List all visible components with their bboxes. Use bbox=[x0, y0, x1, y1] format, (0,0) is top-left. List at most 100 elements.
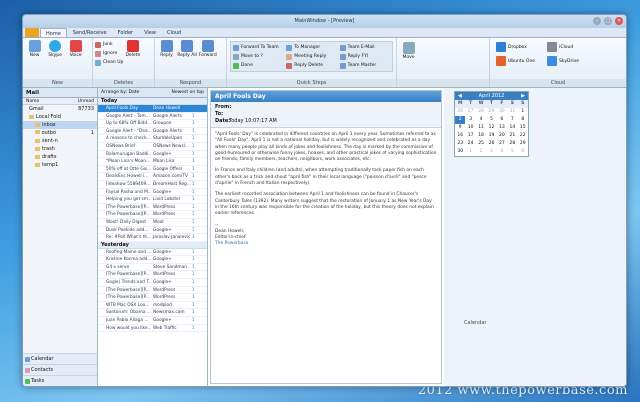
ubuntu-one-button[interactable]: Ubuntu One bbox=[496, 54, 535, 68]
move-button[interactable]: Move bbox=[400, 42, 417, 60]
voice-button[interactable]: Voice bbox=[67, 40, 84, 58]
skydrive-button[interactable]: SkyDrive bbox=[547, 54, 579, 68]
calendar-day[interactable]: 5 bbox=[486, 116, 496, 124]
qs-to-manager[interactable]: To Manager bbox=[286, 43, 339, 52]
calendar-day[interactable]: 14 bbox=[507, 124, 517, 132]
calendar-day[interactable]: 30 bbox=[455, 148, 465, 156]
message-row[interactable]: Faysal Pasha and M... Google+ 1 bbox=[98, 189, 207, 197]
qs-reply-delete[interactable]: Reply Delete bbox=[286, 61, 339, 70]
message-row[interactable]: [ideahow 5589409... DreamHost Reg... 1 bbox=[98, 181, 207, 189]
group-today[interactable]: Today bbox=[98, 98, 207, 105]
calendar-day[interactable]: 13 bbox=[497, 124, 507, 132]
calendar-day[interactable]: 3 bbox=[486, 148, 496, 156]
calendar-day[interactable]: 20 bbox=[497, 132, 507, 140]
delete-button[interactable]: Delete bbox=[124, 40, 141, 67]
folder-trash[interactable]: trash bbox=[23, 145, 97, 153]
nav-contacts[interactable]: Contacts bbox=[23, 364, 97, 375]
icloud-button[interactable]: iCloud bbox=[547, 40, 579, 54]
message-row[interactable]: Up to 68% Off Bidd... Groupon 1 bbox=[98, 120, 207, 128]
next-month-button[interactable]: ▶ bbox=[521, 93, 525, 99]
qs-move-to[interactable]: Move to ? bbox=[233, 52, 286, 61]
reply-all-button[interactable]: Reply All bbox=[177, 40, 197, 58]
folder-drafts[interactable]: drafts bbox=[23, 153, 97, 161]
message-row[interactable]: Dusk Peekide add... Google+ 1 bbox=[98, 227, 207, 235]
folder-outbox[interactable]: outbo 1 bbox=[23, 129, 97, 137]
message-row[interactable]: Google Alert - Tom... Google Alerts 1 bbox=[98, 113, 207, 121]
qs-done[interactable]: Done bbox=[233, 61, 286, 70]
tab-home[interactable]: Home bbox=[40, 28, 67, 37]
message-row[interactable]: [The Powerbase][P... WordPress 1 bbox=[98, 294, 207, 302]
calendar-day[interactable]: 26 bbox=[486, 140, 496, 148]
cleanup-button[interactable]: Clean Up bbox=[95, 58, 123, 67]
calendar-day[interactable]: 2 bbox=[476, 148, 486, 156]
message-row[interactable]: April Fools Day Dean Howell 1 bbox=[98, 105, 207, 113]
qs-meeting-reply[interactable]: Meeting Reply bbox=[286, 52, 339, 61]
forward-button[interactable]: Forward bbox=[199, 40, 217, 58]
calendar-day[interactable]: 9 bbox=[455, 124, 465, 132]
calendar-day[interactable]: 28 bbox=[476, 108, 486, 116]
message-row[interactable]: Woot! Daily Digest Woot 1 bbox=[98, 219, 207, 227]
minimize-button[interactable]: – bbox=[593, 17, 601, 25]
message-row[interactable]: WTB Mac OSX Loo... modplod 1 bbox=[98, 302, 207, 310]
reply-button[interactable]: Reply bbox=[158, 40, 175, 58]
calendar-day[interactable]: 27 bbox=[497, 140, 507, 148]
calendar-day[interactable]: 3 bbox=[465, 116, 475, 124]
new-button[interactable]: New bbox=[26, 40, 43, 58]
folder-local[interactable]: Local Fold bbox=[23, 113, 97, 121]
close-button[interactable]: ✕ bbox=[615, 17, 623, 25]
calendar-day[interactable]: 23 bbox=[455, 140, 465, 148]
dropbox-button[interactable]: Dropbox bbox=[496, 40, 535, 54]
message-row[interactable]: Google Alert - "Dea... Google Alerts 1 bbox=[98, 128, 207, 136]
calendar-day[interactable]: 31 bbox=[507, 108, 517, 116]
calendar-day[interactable]: 26 bbox=[455, 108, 465, 116]
nav-tasks[interactable]: Tasks bbox=[23, 375, 97, 386]
calendar-day[interactable]: 4 bbox=[476, 116, 486, 124]
group-yesterday[interactable]: Yesterday bbox=[98, 241, 207, 249]
calendar-day[interactable]: 10 bbox=[465, 124, 475, 132]
calendar-day[interactable]: 5 bbox=[507, 148, 517, 156]
calendar-day[interactable]: 24 bbox=[465, 140, 475, 148]
calendar-day[interactable]: 6 bbox=[497, 116, 507, 124]
tab-cloud[interactable]: Cloud bbox=[162, 28, 186, 37]
message-row[interactable]: *Moan Lisa's Moan... Moan Lisa 1 bbox=[98, 158, 207, 166]
calendar-day[interactable]: 12 bbox=[486, 124, 496, 132]
junk-button[interactable]: Junk bbox=[95, 40, 123, 49]
message-row[interactable]: [The Powerbase][P... WordPress 1 bbox=[98, 204, 207, 212]
calendar-day[interactable]: 2 bbox=[455, 116, 466, 124]
calendar-day[interactable]: 7 bbox=[507, 116, 517, 124]
calendar-day[interactable]: 4 bbox=[497, 148, 507, 156]
calendar-day[interactable]: 27 bbox=[465, 108, 475, 116]
calendar-day[interactable]: 19 bbox=[486, 132, 496, 140]
calendar-day[interactable]: 15 bbox=[518, 124, 528, 132]
file-tab[interactable] bbox=[25, 28, 39, 37]
message-row[interactable]: Juan Pablo Aliaga ... Google+ 1 bbox=[98, 317, 207, 325]
qs-reply-fyi[interactable]: Reply FYI bbox=[339, 52, 390, 61]
message-row[interactable]: Re: #Poll What's th... Jaroslav Janalevic… bbox=[98, 234, 207, 242]
message-row[interactable]: [The Powerbase][P... WordPress 1 bbox=[98, 271, 207, 280]
calendar-day[interactable]: 1 bbox=[465, 148, 475, 156]
sort-order[interactable]: Newest on top bbox=[171, 90, 204, 95]
calendar-day[interactable]: 29 bbox=[486, 108, 496, 116]
message-row[interactable]: Balamurugan Baddi... Google+ 1 bbox=[98, 151, 207, 159]
tab-view[interactable]: View bbox=[139, 28, 161, 37]
calendar-day[interactable]: 16 bbox=[455, 132, 465, 140]
calendar-day[interactable]: 30 bbox=[497, 108, 507, 116]
message-row[interactable]: Santorum: Obama ... Newsmax.com 1 bbox=[98, 309, 207, 318]
message-row[interactable]: How would you like... Web Traffic 1 bbox=[98, 325, 207, 333]
tab-send-receive[interactable]: Send/Receive bbox=[68, 28, 112, 37]
calendar-day[interactable]: 29 bbox=[518, 140, 528, 148]
arrange-by[interactable]: Arrange by: Date bbox=[101, 90, 139, 95]
calendar-day[interactable]: 11 bbox=[476, 124, 486, 132]
signature-site[interactable]: The Powerbase bbox=[215, 241, 437, 247]
folder-temp1[interactable]: temp1 bbox=[23, 161, 97, 169]
qs-team-email[interactable]: Team E-Mail bbox=[339, 43, 390, 52]
maximize-button[interactable]: □ bbox=[604, 17, 612, 25]
message-row[interactable]: 50% off at Otte Goi... Google Offers 1 bbox=[98, 166, 207, 174]
calendar-day[interactable]: 25 bbox=[476, 140, 486, 148]
message-row[interactable]: OSNews Brief OSNews Newsl... 1 bbox=[98, 143, 207, 151]
calendar-day[interactable]: 6 bbox=[518, 148, 528, 156]
calendar-day[interactable]: 1 bbox=[518, 108, 528, 116]
message-row[interactable]: G4 x serve Steve Sandman 1 bbox=[98, 264, 207, 272]
qs-team-master[interactable]: Team Master bbox=[339, 61, 390, 70]
skype-button[interactable]: Skype bbox=[47, 40, 64, 58]
